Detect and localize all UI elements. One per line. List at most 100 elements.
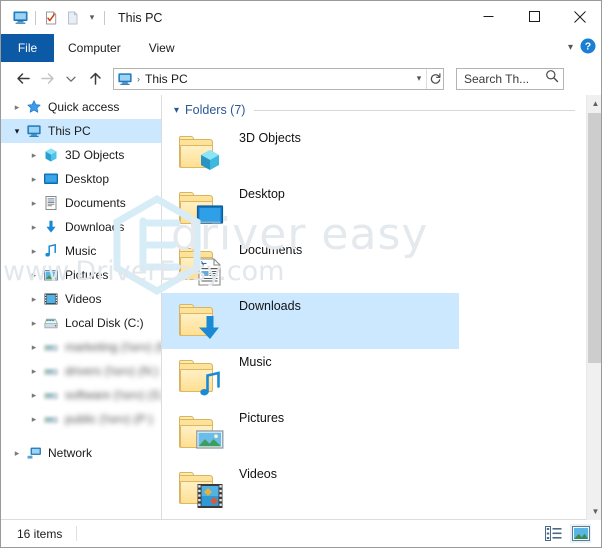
chevron-right-icon[interactable]: ▸: [26, 411, 42, 427]
navigation-pane: ▸ Quick access ▾ This PC ▸ 3D Objects ▸ …: [1, 95, 162, 520]
tab-computer[interactable]: Computer: [54, 34, 135, 62]
network-drive-icon: [42, 411, 59, 428]
chevron-right-icon[interactable]: ▸: [26, 195, 42, 211]
list-item-label: Music: [239, 355, 272, 369]
list-item[interactable]: 3D Objects: [162, 125, 601, 181]
videos-icon: [42, 291, 59, 308]
sidebar-item-network-drive-1[interactable]: ▸ marketing (\\srv) (M:): [1, 335, 161, 359]
sidebar-item-network-drive-4[interactable]: ▸ public (\\srv) (P:): [1, 407, 161, 431]
sidebar-item-network-drive-2[interactable]: ▸ drivers (\\srv) (N:): [1, 359, 161, 383]
list-item[interactable]: Music: [162, 349, 601, 405]
forward-button[interactable]: [35, 67, 59, 91]
chevron-right-icon[interactable]: ▸: [26, 291, 42, 307]
large-icons-view-button[interactable]: [570, 524, 591, 543]
chevron-right-icon[interactable]: ▸: [9, 445, 25, 461]
sidebar-item-music[interactable]: ▸ Music: [1, 239, 161, 263]
window-controls: [465, 1, 601, 32]
details-view-button[interactable]: [543, 524, 564, 543]
sidebar-item-downloads[interactable]: ▸ Downloads: [1, 215, 161, 239]
drive-icon: [42, 315, 59, 332]
chevron-down-icon[interactable]: ▾: [9, 123, 25, 139]
sidebar-label: Local Disk (C:): [65, 316, 144, 330]
status-bar: 16 items: [1, 519, 601, 547]
maximize-button[interactable]: [511, 1, 557, 32]
chevron-right-icon[interactable]: ▸: [26, 387, 42, 403]
file-list-pane[interactable]: ▾ Folders (7) 3D Objects Desktop Documen…: [162, 95, 601, 520]
sidebar-item-videos[interactable]: ▸ Videos: [1, 287, 161, 311]
chevron-down-icon[interactable]: ▾: [174, 105, 179, 116]
sidebar-item-pictures[interactable]: ▸ Pictures: [1, 263, 161, 287]
documents-icon: [42, 195, 59, 212]
chevron-right-icon[interactable]: ▸: [26, 363, 42, 379]
scrollbar-thumb[interactable]: [588, 113, 601, 363]
address-input[interactable]: › This PC ▾: [113, 67, 444, 90]
breadcrumb-separator[interactable]: ›: [137, 74, 140, 84]
close-button[interactable]: [557, 1, 601, 32]
sidebar-item-network-drive-3[interactable]: ▸ software (\\srv) (S:): [1, 383, 161, 407]
address-dropdown-chevron-icon[interactable]: ▾: [411, 69, 427, 89]
sidebar-item-network[interactable]: ▸ Network: [1, 441, 161, 465]
sidebar-item-documents[interactable]: ▸ Documents: [1, 191, 161, 215]
sidebar-item-quick-access[interactable]: ▸ Quick access: [1, 95, 161, 119]
properties-icon[interactable]: [40, 7, 62, 29]
list-item[interactable]: Downloads: [162, 293, 459, 349]
folder-downloads-icon: [177, 297, 225, 345]
new-folder-icon[interactable]: [62, 7, 84, 29]
sidebar-item-local-disk-c[interactable]: ▸ Local Disk (C:): [1, 311, 161, 335]
search-icon[interactable]: [545, 69, 559, 88]
list-item-label: Pictures: [239, 411, 285, 425]
folder-videos-icon: [177, 465, 225, 513]
quick-access-toolbar: ▾ This PC: [1, 1, 162, 34]
network-drive-icon: [42, 339, 59, 356]
list-item-label: 3D Objects: [239, 131, 301, 145]
qat-separator: [35, 10, 36, 25]
search-placeholder: Search Th...: [464, 71, 530, 86]
this-pc-icon[interactable]: [9, 7, 31, 29]
chevron-right-icon[interactable]: ▸: [26, 267, 42, 283]
list-item[interactable]: Pictures: [162, 405, 601, 461]
status-divider: [76, 526, 78, 541]
chevron-right-icon[interactable]: ▸: [26, 147, 42, 163]
list-item-label: Videos: [239, 467, 277, 481]
tab-view[interactable]: View: [135, 34, 189, 62]
list-item-label: Documents: [239, 243, 303, 257]
back-button[interactable]: [11, 67, 35, 91]
list-item[interactable]: Documents: [162, 237, 601, 293]
sidebar-label: marketing (\\srv) (M:): [65, 340, 161, 354]
file-explorer-window: ▾ This PC File Computer View ▾ ? › This …: [0, 0, 602, 548]
sidebar-item-this-pc[interactable]: ▾ This PC: [1, 119, 161, 143]
chevron-right-icon[interactable]: ▸: [26, 339, 42, 355]
up-button[interactable]: [83, 67, 107, 91]
list-item-label: Downloads: [239, 299, 301, 313]
qat-dropdown-chevron-icon[interactable]: ▾: [84, 7, 100, 29]
scroll-down-button[interactable]: ▼: [587, 503, 601, 520]
folder-music-icon: [177, 353, 225, 401]
chevron-right-icon[interactable]: ▸: [26, 315, 42, 331]
breadcrumb-this-pc[interactable]: This PC: [145, 72, 188, 86]
tab-file[interactable]: File: [1, 34, 54, 62]
refresh-icon[interactable]: [426, 68, 443, 89]
search-input[interactable]: Search Th...: [456, 67, 564, 90]
chevron-down-icon[interactable]: ▾: [568, 43, 573, 53]
sidebar-item-desktop[interactable]: ▸ Desktop: [1, 167, 161, 191]
chevron-right-icon[interactable]: ▸: [26, 243, 42, 259]
address-bar: › This PC ▾ Search Th...: [1, 62, 601, 95]
sidebar-item-3d-objects[interactable]: ▸ 3D Objects: [1, 143, 161, 167]
list-item[interactable]: Desktop: [162, 181, 601, 237]
star-icon: [25, 99, 42, 116]
scroll-up-button[interactable]: ▲: [587, 95, 601, 112]
recent-locations-chevron-icon[interactable]: [59, 67, 83, 91]
help-icon[interactable]: ?: [580, 38, 596, 59]
chevron-right-icon[interactable]: ▸: [26, 219, 42, 235]
downloads-icon: [42, 219, 59, 236]
list-item[interactable]: Videos: [162, 461, 601, 517]
folder-desktop-icon: [177, 185, 225, 233]
folder-pictures-icon: [177, 409, 225, 457]
svg-text:?: ?: [585, 40, 591, 52]
vertical-scrollbar[interactable]: ▲ ▼: [586, 95, 601, 520]
sidebar-label: Desktop: [65, 172, 110, 186]
chevron-right-icon[interactable]: ▸: [26, 171, 42, 187]
group-header-folders[interactable]: ▾ Folders (7): [162, 95, 601, 125]
minimize-button[interactable]: [465, 1, 511, 32]
chevron-right-icon[interactable]: ▸: [9, 99, 25, 115]
